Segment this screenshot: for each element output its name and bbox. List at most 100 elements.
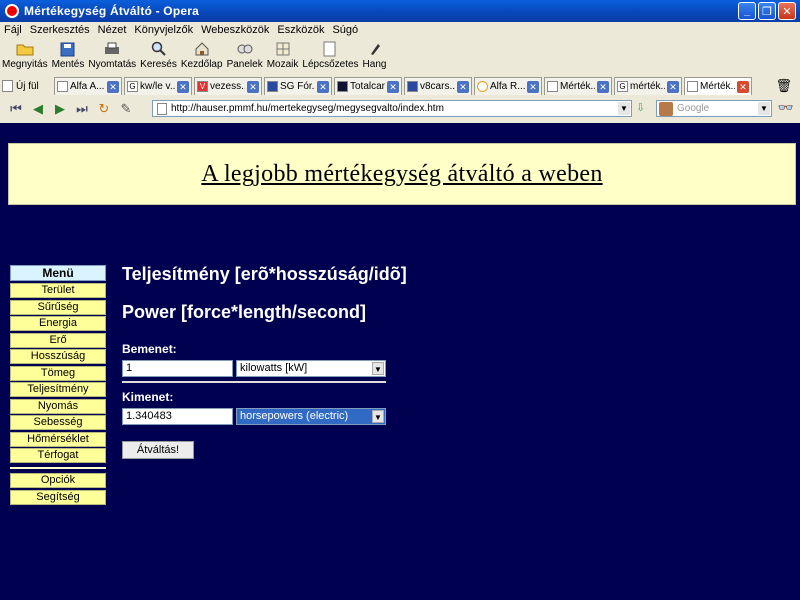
- menu-item-options[interactable]: Opciók: [10, 473, 106, 488]
- search-dropdown-icon[interactable]: ▼: [758, 102, 770, 115]
- panels-button[interactable]: Panelek: [227, 38, 263, 70]
- chevron-down-icon[interactable]: ▼: [372, 410, 384, 423]
- edit-icon[interactable]: ✎: [116, 100, 136, 118]
- menu-item-density[interactable]: Sűrűség: [10, 299, 106, 315]
- minimize-button[interactable]: _: [738, 2, 756, 20]
- menu-bar: Fájl Szerkesztés Nézet Könyvjelzők Webes…: [0, 22, 800, 38]
- tab-close-icon[interactable]: ✕: [667, 80, 679, 93]
- menu-view[interactable]: Nézet: [98, 24, 127, 36]
- tile-icon: [274, 40, 292, 58]
- tab-mertek-active[interactable]: Mérték...✕: [684, 77, 752, 95]
- tab-close-icon[interactable]: ✕: [177, 80, 189, 93]
- menu-tools[interactable]: Eszközök: [277, 24, 324, 36]
- tab-v8cars[interactable]: v8cars... ✕: [404, 77, 472, 95]
- menu-item-power[interactable]: Teljesítmény: [10, 382, 106, 397]
- save-icon: [59, 40, 77, 58]
- heading-hu: Teljesítmény [erõ*hosszúság/idõ]: [122, 264, 407, 284]
- menu-file[interactable]: Fájl: [4, 24, 22, 36]
- menu-item-help[interactable]: Segítség: [10, 489, 106, 505]
- menu-item-volume[interactable]: Térfogat: [10, 448, 106, 463]
- google-icon: [659, 101, 673, 116]
- menu-item-force[interactable]: Erő: [10, 332, 106, 348]
- chevron-down-icon[interactable]: ▼: [372, 362, 384, 375]
- open-button[interactable]: Megnyitás: [2, 38, 48, 70]
- forward-icon[interactable]: ▶: [50, 100, 70, 118]
- glasses-icon[interactable]: 👓: [778, 100, 794, 116]
- tab-close-icon[interactable]: ✕: [317, 80, 329, 93]
- output-value-field[interactable]: 1.340483: [122, 408, 233, 425]
- menu-bookmarks[interactable]: Könyvjelzők: [134, 24, 193, 36]
- reload-icon[interactable]: ↻: [94, 100, 114, 118]
- convert-button[interactable]: Átváltás!: [122, 441, 194, 459]
- tab-close-icon[interactable]: ✕: [527, 80, 539, 93]
- tab-vezess[interactable]: Vvezess...✕: [194, 77, 262, 95]
- input-label: Bemenet:: [122, 342, 177, 356]
- tab-alfa-a[interactable]: Alfa A... ✕: [54, 77, 122, 95]
- tab-favicon: [687, 81, 698, 92]
- page-content: A legjobb mértékegység átváltó a weben M…: [0, 123, 800, 600]
- menu-item-temperature[interactable]: Hőmérséklet: [10, 431, 106, 447]
- tab-sg-forum[interactable]: SG Fór...✕: [264, 77, 332, 95]
- tile-button[interactable]: Mozaik: [267, 38, 298, 70]
- home-button[interactable]: Kezdőlap: [181, 38, 223, 70]
- tab-favicon: G: [617, 81, 628, 92]
- folder-icon: [16, 40, 34, 58]
- tab-favicon: [57, 81, 68, 92]
- menu-item-mass[interactable]: Tömeg: [10, 365, 106, 381]
- input-value-field[interactable]: 1: [122, 360, 233, 377]
- input-unit-value: kilowatts [kW]: [240, 362, 308, 374]
- banner: A legjobb mértékegység átváltó a weben: [8, 143, 796, 205]
- tab-kwle[interactable]: Gkw/le v... ✕: [124, 77, 192, 95]
- tab-favicon: [267, 81, 278, 92]
- tab-totalcar[interactable]: Totalcar ✕: [334, 77, 402, 95]
- tab-close-icon[interactable]: ✕: [597, 80, 609, 93]
- tab-close-icon[interactable]: ✕: [457, 80, 469, 93]
- close-button[interactable]: ✕: [778, 2, 796, 20]
- home-icon: [193, 40, 211, 58]
- menu-help[interactable]: Súgó: [332, 24, 358, 36]
- tab-close-icon[interactable]: ✕: [247, 80, 259, 93]
- cascade-button[interactable]: Lépcsőzetes: [302, 38, 359, 70]
- restore-button[interactable]: ❐: [758, 2, 776, 20]
- output-unit-select[interactable]: horsepowers (electric) ▼: [236, 408, 386, 425]
- opera-icon: [5, 4, 19, 18]
- menu-title: Menü: [10, 265, 106, 281]
- tab-favicon: G: [127, 81, 138, 92]
- menu-webtools[interactable]: Webeszközök: [201, 24, 269, 36]
- tab-favicon: [407, 81, 418, 92]
- voice-button[interactable]: Hang: [363, 38, 386, 70]
- menu-item-pressure[interactable]: Nyomás: [10, 398, 106, 414]
- address-bar: ⏮ ◀ ▶ ⏭ ↻ ✎ http://hauser.pmmf.hu/mertek…: [0, 97, 800, 121]
- tab-close-icon[interactable]: ✕: [737, 80, 749, 93]
- panels-icon: [236, 40, 254, 58]
- url-text: http://hauser.pmmf.hu/mertekegyseg/megys…: [171, 103, 444, 114]
- tab-mertek-2[interactable]: Gmérték...✕: [614, 77, 682, 95]
- rewind-icon[interactable]: ⏮: [6, 100, 26, 118]
- title-bar: Mértékegység Átváltó - Opera _ ❐ ✕: [0, 0, 800, 22]
- tab-alfa-r[interactable]: Alfa R... ✕: [474, 77, 542, 95]
- trash-icon[interactable]: 🗑: [775, 78, 792, 94]
- menu-item-speed[interactable]: Sebesség: [10, 415, 106, 430]
- new-tab-button[interactable]: Új fül: [2, 80, 54, 92]
- tab-close-icon[interactable]: ✕: [387, 80, 399, 93]
- page-title: A legjobb mértékegység átváltó a weben: [201, 160, 603, 187]
- save-button[interactable]: Mentés: [52, 38, 84, 70]
- url-dropdown-icon[interactable]: ▼: [618, 102, 630, 115]
- tab-close-icon[interactable]: ✕: [107, 80, 119, 93]
- back-icon[interactable]: ◀: [28, 100, 48, 118]
- search-field[interactable]: Google ▼: [656, 100, 772, 117]
- search-button[interactable]: Keresés: [140, 38, 177, 70]
- menu-item-energy[interactable]: Energia: [10, 316, 106, 331]
- menu-item-length[interactable]: Hosszúság: [10, 349, 106, 364]
- url-field[interactable]: http://hauser.pmmf.hu/mertekegyseg/megys…: [152, 100, 632, 117]
- menu-item-area[interactable]: Terület: [10, 283, 106, 298]
- new-tab-icon: [2, 80, 13, 92]
- print-button[interactable]: Nyomtatás: [88, 38, 136, 70]
- menu-edit[interactable]: Szerkesztés: [30, 24, 90, 36]
- input-unit-select[interactable]: kilowatts [kW] ▼: [236, 360, 386, 377]
- divider-line: [122, 381, 386, 383]
- feed-icon[interactable]: ⇩: [636, 101, 645, 114]
- tab-favicon: [547, 81, 558, 92]
- fast-forward-icon[interactable]: ⏭: [72, 100, 92, 118]
- tab-mertek-1[interactable]: Mérték...✕: [544, 77, 612, 95]
